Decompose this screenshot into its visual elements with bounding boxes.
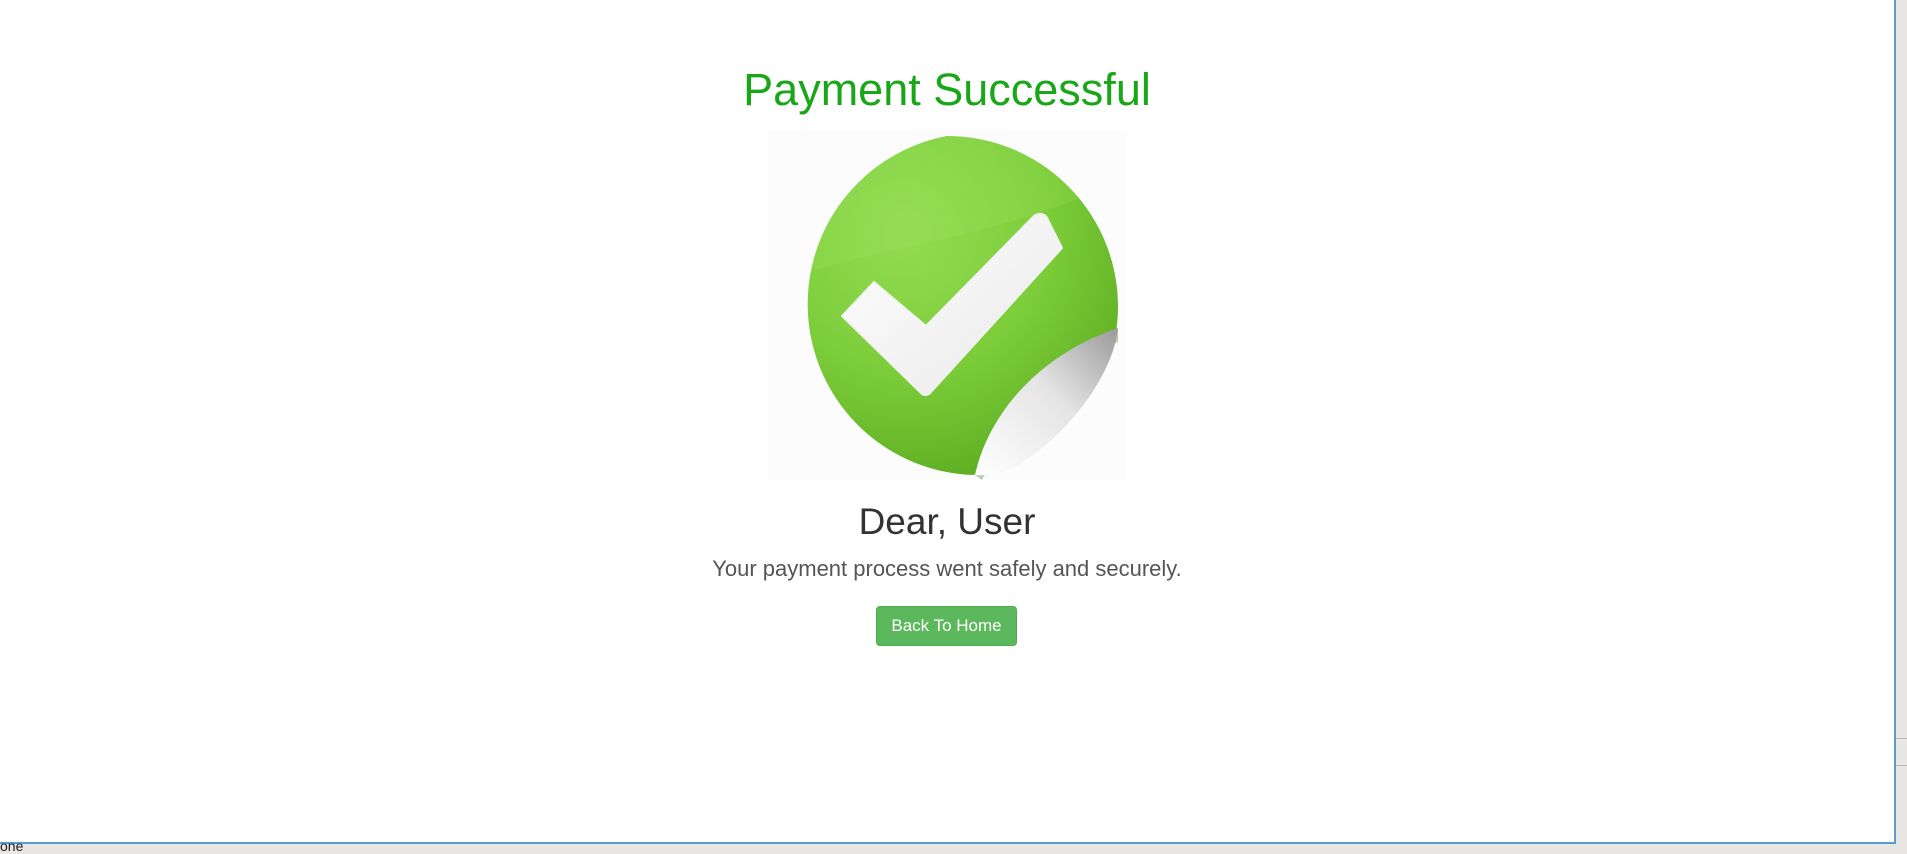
browser-viewport: Payment Successful Dear, User Your payme… (0, 0, 1896, 844)
greeting-heading: Dear, User (858, 501, 1036, 542)
scrollbar-grip[interactable] (1896, 738, 1907, 766)
payment-message: Your payment process went safely and sec… (712, 556, 1182, 581)
page-title: Payment Successful (743, 64, 1151, 115)
check-sticker-svg (807, 135, 1118, 480)
window-edge (1898, 0, 1907, 854)
back-to-home-button[interactable]: Back To Home (876, 606, 1017, 646)
status-bar-text: one (0, 838, 24, 854)
check-sticker-icon (768, 130, 1126, 480)
